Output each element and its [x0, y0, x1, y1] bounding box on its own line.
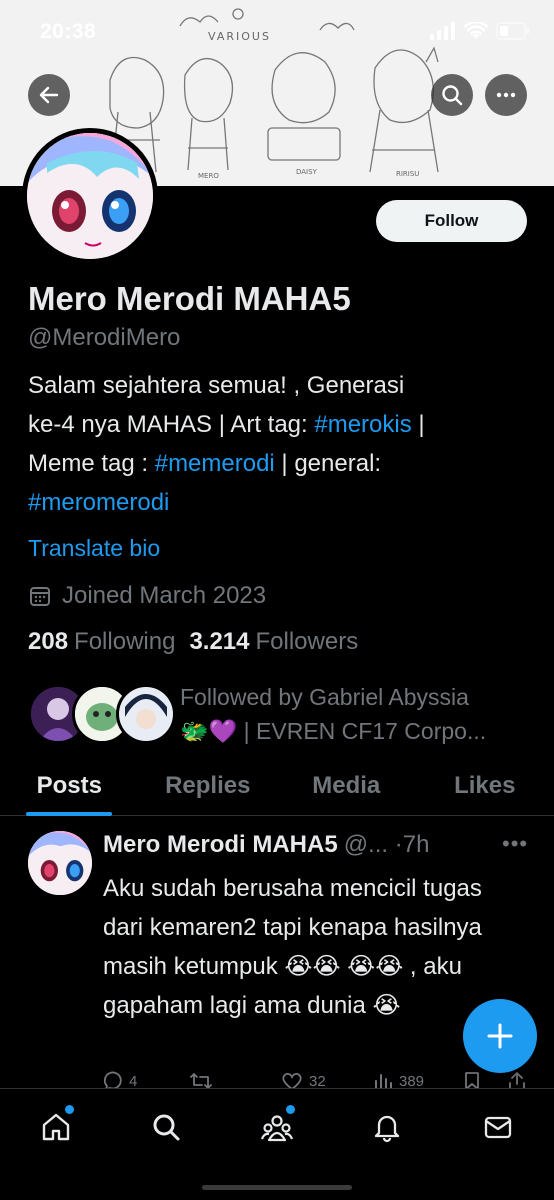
- bio: Salam sejahtera semua! , Generasi ke-4 n…: [28, 366, 518, 522]
- signal-icon: [430, 22, 455, 40]
- tweet-avatar[interactable]: [28, 831, 92, 895]
- hashtag-link[interactable]: #memerodi: [155, 450, 275, 477]
- hashtag-link[interactable]: #meromerodi: [28, 489, 169, 516]
- profile-tabs: Posts Replies Media Likes: [0, 764, 554, 816]
- followers-link[interactable]: 3.214 Followers: [189, 628, 358, 656]
- home-indicator[interactable]: [202, 1185, 352, 1190]
- banner-caption-2: DAISY: [296, 168, 318, 176]
- follow-stats: 208 Following 3.214 Followers: [28, 628, 358, 656]
- nav-home[interactable]: [36, 1105, 76, 1147]
- plus-icon: [487, 1023, 513, 1049]
- avatar-image: [27, 133, 153, 259]
- calendar-icon: [30, 587, 50, 606]
- bottom-nav: [0, 1088, 554, 1200]
- tweet-more-button[interactable]: •••: [502, 831, 528, 857]
- compose-post-button[interactable]: [463, 999, 537, 1073]
- tweet-header: Mero Merodi MAHA5 @... ·7h: [103, 831, 429, 859]
- home-icon: [42, 1113, 70, 1141]
- nav-messages[interactable]: [478, 1107, 518, 1147]
- bio-line: Meme tag : #memerodi | general:: [28, 450, 382, 477]
- avatar: [116, 684, 176, 744]
- banner-caption-3: RIRISU: [396, 170, 419, 178]
- battery-icon: [496, 22, 529, 40]
- tab-replies[interactable]: Replies: [139, 764, 278, 815]
- bio-line: Salam sejahtera semua! , Generasi: [28, 372, 405, 399]
- nav-communities[interactable]: [257, 1105, 297, 1147]
- notification-dot: [286, 1105, 295, 1114]
- handle: @MerodiMero: [28, 324, 181, 351]
- followed-by-text: Followed by Gabriel Abyssia 🐲💜 | EVREN C…: [180, 684, 487, 744]
- explore-icon: [153, 1114, 180, 1141]
- tab-media[interactable]: Media: [277, 764, 416, 815]
- status-bar: 20:38: [0, 0, 554, 64]
- followed-by-avatars: [28, 684, 176, 746]
- more-icon: [496, 92, 516, 98]
- communities-icon: [260, 1115, 294, 1142]
- more-options-button[interactable]: [485, 74, 527, 116]
- bio-line: #meromerodi: [28, 483, 518, 522]
- tweet-meta: @... ·7h: [343, 831, 430, 858]
- back-arrow-icon: [39, 86, 59, 104]
- joined-text: Joined March 2023: [62, 582, 267, 609]
- status-time: 20:38: [40, 20, 97, 43]
- tweet-author-name[interactable]: Mero Merodi MAHA5: [103, 831, 338, 859]
- tab-posts[interactable]: Posts: [0, 764, 139, 816]
- banner-caption-1: MERO: [198, 172, 219, 180]
- messages-icon: [484, 1116, 512, 1139]
- status-icons: [430, 22, 530, 40]
- display-name: Mero Merodi MAHA5: [28, 280, 351, 317]
- follow-button[interactable]: Follow: [376, 200, 527, 242]
- followed-by-row[interactable]: Followed by Gabriel Abyssia 🐲💜 | EVREN C…: [28, 680, 528, 750]
- nav-notifications[interactable]: [367, 1107, 407, 1147]
- wifi-icon: [464, 22, 488, 39]
- following-link[interactable]: 208 Following: [28, 628, 175, 656]
- tab-likes[interactable]: Likes: [416, 764, 554, 815]
- search-icon: [442, 85, 463, 106]
- tweet-text: Aku sudah berusaha mencicil tugas dari k…: [103, 875, 482, 1019]
- back-button[interactable]: [28, 74, 70, 116]
- joined-date: Joined March 2023: [28, 582, 266, 610]
- bio-line: ke-4 nya MAHAS | Art tag: #merokis |: [28, 411, 425, 438]
- hashtag-link[interactable]: #merokis: [314, 411, 411, 438]
- active-tab-indicator: [26, 812, 113, 816]
- translate-bio-link[interactable]: Translate bio: [28, 535, 160, 562]
- search-button[interactable]: [431, 74, 473, 116]
- notification-dot: [65, 1105, 74, 1114]
- profile-avatar[interactable]: [22, 128, 158, 264]
- nav-explore[interactable]: [146, 1107, 186, 1147]
- notifications-icon: [374, 1115, 400, 1143]
